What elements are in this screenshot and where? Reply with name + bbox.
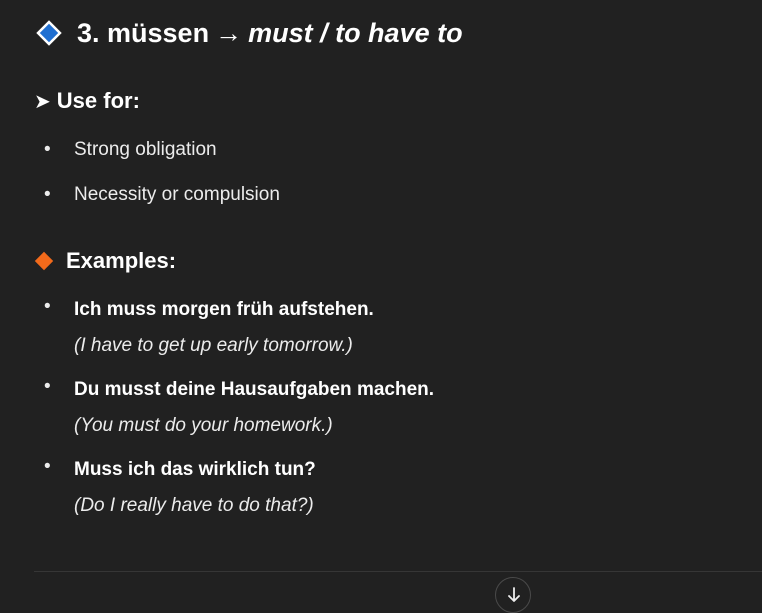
- divider: [34, 571, 762, 572]
- example-german: Ich muss morgen früh aufstehen.: [74, 299, 374, 320]
- example-german: Du musst deine Hausaufgaben machen.: [74, 379, 435, 400]
- examples-title: Examples:: [66, 248, 177, 273]
- example-german: Muss ich das wirklich tun?: [74, 459, 316, 480]
- example-item: • Muss ich das wirklich tun? (Do I reall…: [0, 456, 434, 536]
- use-for-heading: ➤ Use for:: [34, 88, 140, 114]
- orange-diamond-icon: [34, 251, 54, 271]
- bullet: •: [44, 376, 51, 397]
- example-english: (I have to get up early tomorrow.): [74, 335, 353, 356]
- arrow-right-icon: ➤: [34, 90, 51, 113]
- examples-heading: Examples:: [34, 248, 176, 274]
- arrow-down-icon: [508, 587, 520, 602]
- bullet: •: [44, 296, 51, 317]
- scroll-down-button[interactable]: [495, 577, 531, 613]
- example-english: (Do I really have to do that?): [74, 495, 314, 516]
- list-item: • Necessity or compulsion: [0, 181, 280, 226]
- example-item: • Ich muss morgen früh aufstehen. (I hav…: [0, 296, 434, 376]
- heading-verb: 3. müssen: [77, 18, 210, 48]
- blue-diamond-icon: [36, 20, 62, 46]
- bullet: •: [44, 456, 51, 477]
- bullet: •: [44, 139, 51, 160]
- examples-list: • Ich muss morgen früh aufstehen. (I hav…: [0, 296, 434, 536]
- use-for-title: Use for:: [56, 88, 140, 113]
- use-for-list: • Strong obligation • Necessity or compu…: [0, 136, 280, 226]
- bullet: •: [44, 184, 51, 205]
- section-heading: 3. müssen → must / to have to: [36, 14, 463, 52]
- example-english: (You must do your homework.): [74, 415, 333, 436]
- use-item-text: Necessity or compulsion: [74, 184, 280, 205]
- list-item: • Strong obligation: [0, 136, 280, 181]
- heading-arrow: →: [215, 18, 243, 48]
- use-item-text: Strong obligation: [74, 139, 217, 160]
- heading-translation: must / to have to: [248, 18, 463, 48]
- example-item: • Du musst deine Hausaufgaben machen. (Y…: [0, 376, 434, 456]
